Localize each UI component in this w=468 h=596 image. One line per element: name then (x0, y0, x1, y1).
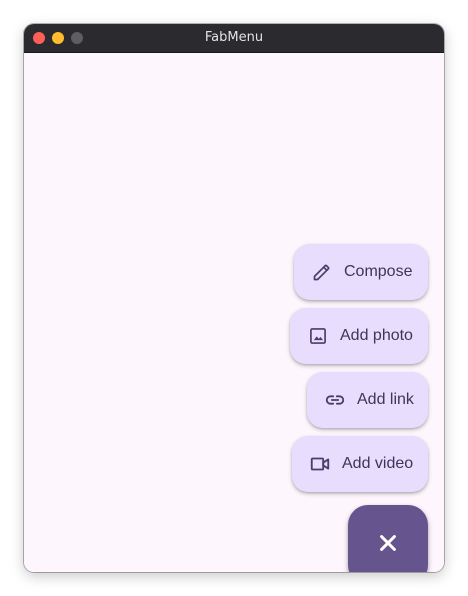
fab-menu-item-label: Add link (357, 391, 414, 408)
fab-menu-item-label: Add video (342, 455, 414, 472)
fab-menu-item-compose[interactable]: Compose (294, 244, 428, 300)
fab-menu-item-label: Compose (344, 263, 413, 280)
window-title: FabMenu (204, 30, 264, 45)
close-icon (377, 532, 399, 559)
content-area: Compose Add photo Add link Add video (24, 53, 444, 572)
close-fab-menu-button[interactable] (348, 505, 428, 572)
fab-menu-item-add-photo[interactable]: Add photo (290, 308, 428, 364)
fab-menu-item-label: Add photo (340, 327, 413, 344)
fab-menu-item-add-link[interactable]: Add link (307, 372, 428, 428)
videocam-icon (308, 452, 332, 476)
pencil-icon (310, 260, 334, 284)
link-icon (323, 388, 347, 412)
fab-menu-item-add-video[interactable]: Add video (292, 436, 428, 492)
image-icon (306, 324, 330, 348)
title-bar[interactable]: FabMenu (24, 24, 444, 53)
app-window: FabMenu Compose Add photo Add link Add v… (24, 24, 444, 572)
